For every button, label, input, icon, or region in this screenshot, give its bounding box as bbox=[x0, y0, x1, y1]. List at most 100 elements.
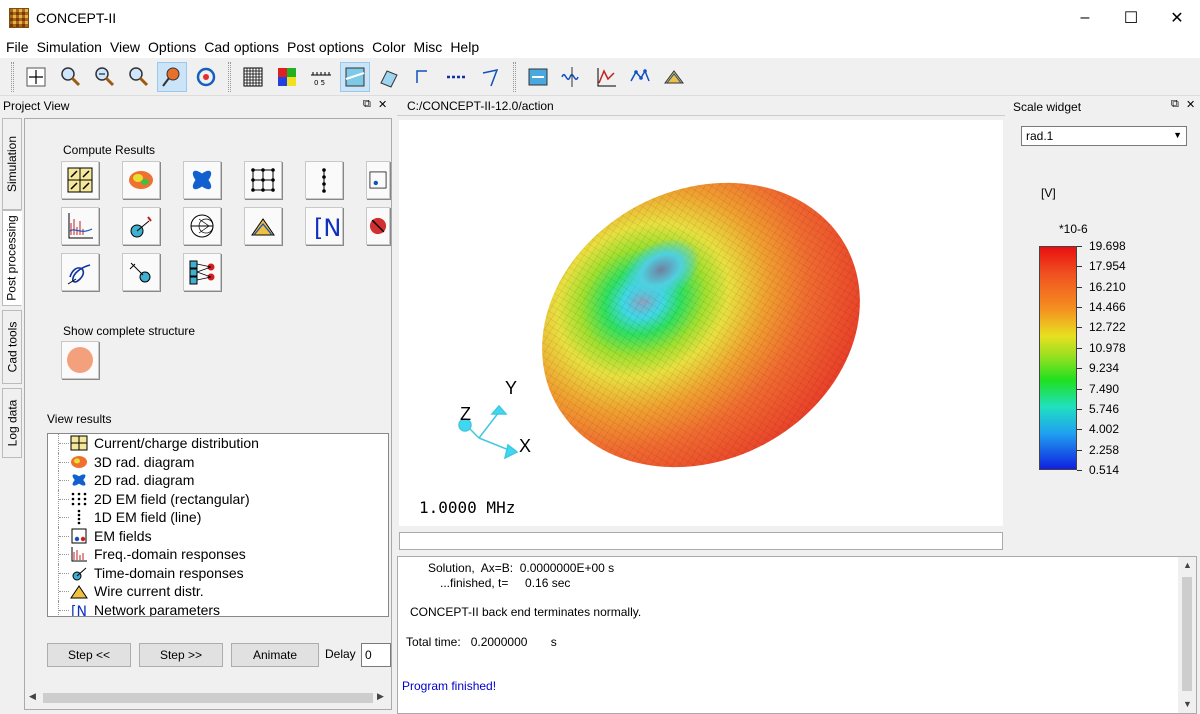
network-plot-icon[interactable] bbox=[625, 62, 655, 92]
svg-text:[N]: [N] bbox=[71, 604, 88, 617]
network-button[interactable]: [N] bbox=[305, 207, 343, 245]
svg-text:0 5: 0 5 bbox=[314, 79, 325, 87]
freq-response-button[interactable] bbox=[61, 207, 99, 245]
waveform-icon[interactable] bbox=[557, 62, 587, 92]
current-distribution-button[interactable] bbox=[61, 161, 99, 199]
zoom-out-icon[interactable] bbox=[89, 62, 119, 92]
float-icon[interactable]: ⧉ bbox=[1171, 98, 1179, 111]
menu-simulation[interactable]: Simulation bbox=[33, 39, 106, 55]
wire-current-icon[interactable] bbox=[659, 62, 689, 92]
corner-icon[interactable] bbox=[476, 62, 506, 92]
tab-log-data[interactable]: Log data bbox=[2, 388, 22, 458]
wire-current-button[interactable] bbox=[244, 207, 282, 245]
tab-post-processing-label: Post processing bbox=[5, 215, 20, 301]
close-icon[interactable]: ✕ bbox=[1186, 98, 1195, 111]
rad-3d-button[interactable] bbox=[122, 161, 160, 199]
toolbar-grip[interactable] bbox=[11, 61, 14, 92]
horizontal-scrollbar[interactable]: ◀ ▶ bbox=[25, 689, 391, 707]
view-results-label: View results bbox=[47, 412, 112, 426]
wire-current-icon bbox=[251, 218, 275, 236]
mesh-icon[interactable] bbox=[238, 62, 268, 92]
tab-cad-tools[interactable]: Cad tools bbox=[2, 310, 22, 384]
rad-2d-button[interactable] bbox=[183, 161, 221, 199]
scroll-up-icon[interactable]: ▲ bbox=[1183, 560, 1192, 570]
menu-help[interactable]: Help bbox=[446, 39, 483, 55]
vertical-scrollbar[interactable]: ▲ ▼ bbox=[1178, 557, 1196, 713]
ruler-icon[interactable]: 0 5 bbox=[306, 62, 336, 92]
time-response-button[interactable] bbox=[122, 207, 160, 245]
scroll-left-icon[interactable]: ◀ bbox=[29, 691, 36, 702]
list-item[interactable]: EM fields bbox=[48, 526, 388, 545]
list-item[interactable]: Wire current distr. bbox=[48, 582, 388, 601]
probe-button[interactable] bbox=[122, 253, 160, 291]
list-item[interactable]: 1D EM field (line) bbox=[48, 508, 388, 527]
scale-widget-panel: Scale widget ⧉ ✕ rad.1 ▼ [V] *10-6 19.69… bbox=[1005, 96, 1200, 556]
fault-button[interactable] bbox=[366, 207, 390, 245]
move-icon[interactable] bbox=[21, 62, 51, 92]
menu-file[interactable]: File bbox=[2, 39, 33, 55]
menu-post-options[interactable]: Post options bbox=[283, 39, 368, 55]
toolbar-grip[interactable] bbox=[513, 61, 516, 92]
tab-cad-tools-label: Cad tools bbox=[5, 321, 20, 373]
step-forward-button[interactable]: Step >> bbox=[139, 643, 223, 667]
plane-icon[interactable] bbox=[374, 62, 404, 92]
smith-chart-button[interactable] bbox=[183, 207, 221, 245]
pin-icon[interactable] bbox=[157, 61, 187, 92]
list-item[interactable]: Freq.-domain responses bbox=[48, 545, 388, 564]
step-back-button[interactable]: Step << bbox=[47, 643, 131, 667]
field-lines-button[interactable] bbox=[61, 253, 99, 291]
tab-post-processing[interactable]: Post processing bbox=[2, 210, 22, 306]
3d-viewport[interactable]: Y X Z 1.0000 MHz bbox=[399, 120, 1003, 526]
rotate-icon[interactable] bbox=[191, 62, 221, 92]
network-graph-button[interactable] bbox=[183, 253, 221, 291]
toolbar-grip[interactable] bbox=[228, 61, 231, 92]
color-bar-label: 9.234 bbox=[1089, 361, 1120, 376]
delay-input[interactable]: 0 bbox=[361, 643, 391, 667]
maximize-button[interactable]: ☐ bbox=[1108, 0, 1154, 36]
list-item[interactable]: 2D EM field (rectangular) bbox=[48, 489, 388, 508]
menu-view[interactable]: View bbox=[106, 39, 144, 55]
menu-cad-options[interactable]: Cad options bbox=[200, 39, 283, 55]
log-line: Solution, Ax=B: 0.0000000E+00 s bbox=[428, 561, 615, 575]
close-button[interactable]: ✕ bbox=[1154, 0, 1200, 36]
em-fields-button[interactable] bbox=[366, 161, 390, 199]
network-graph-icon bbox=[189, 260, 215, 285]
show-structure-button[interactable] bbox=[61, 341, 99, 379]
tab-simulation[interactable]: Simulation bbox=[2, 118, 22, 210]
results-list[interactable]: Current/charge distribution 3D rad. diagr… bbox=[47, 433, 389, 617]
axes-plot-icon[interactable] bbox=[591, 62, 621, 92]
menu-color[interactable]: Color bbox=[368, 39, 409, 55]
color-grid-icon[interactable] bbox=[272, 62, 302, 92]
menu-options[interactable]: Options bbox=[144, 39, 200, 55]
list-item[interactable]: [N] Network parameters bbox=[48, 600, 388, 617]
wire-icon[interactable] bbox=[408, 62, 438, 92]
scroll-down-icon[interactable]: ▼ bbox=[1183, 699, 1192, 709]
list-item[interactable]: 3D rad. diagram bbox=[48, 452, 388, 471]
menu-misc[interactable]: Misc bbox=[410, 39, 447, 55]
scroll-right-icon[interactable]: ▶ bbox=[377, 691, 384, 702]
toolbar: 0 5 bbox=[0, 58, 1200, 96]
scale-select[interactable]: rad.1 ▼ bbox=[1021, 126, 1187, 146]
zoom-fit-icon[interactable] bbox=[123, 62, 153, 92]
tab-log-data-label: Log data bbox=[5, 399, 19, 447]
close-icon[interactable]: ✕ bbox=[378, 98, 387, 111]
view-icon[interactable] bbox=[523, 62, 553, 92]
em-line-button[interactable] bbox=[305, 161, 343, 199]
dashed-line-icon[interactable] bbox=[442, 62, 472, 92]
zoom-in-icon[interactable] bbox=[55, 62, 85, 92]
float-icon[interactable]: ⧉ bbox=[363, 98, 371, 111]
tree-tick bbox=[59, 554, 69, 555]
animate-button[interactable]: Animate bbox=[231, 643, 319, 667]
scrollbar-thumb[interactable] bbox=[43, 693, 373, 703]
list-item-label: Freq.-domain responses bbox=[94, 546, 246, 563]
list-item[interactable]: Current/charge distribution bbox=[48, 434, 388, 453]
field-lines-icon bbox=[67, 264, 91, 285]
em-grid-button[interactable] bbox=[244, 161, 282, 199]
log-output[interactable]: Solution, Ax=B: 0.0000000E+00 s ...finis… bbox=[397, 556, 1197, 714]
minimize-button[interactable]: – bbox=[1062, 0, 1108, 36]
scrollbar-thumb[interactable] bbox=[1182, 577, 1192, 691]
list-item[interactable]: Time-domain responses bbox=[48, 563, 388, 582]
tree-tick bbox=[59, 480, 69, 481]
list-item[interactable]: 2D rad. diagram bbox=[48, 471, 388, 490]
surface-icon[interactable] bbox=[340, 61, 370, 92]
